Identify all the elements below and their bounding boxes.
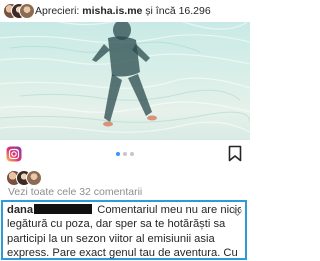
avatar (19, 3, 35, 19)
likes-summary-bar[interactable]: Aprecieri: misha.is.me și încă 16.296 (0, 0, 250, 22)
liker-avatars (6, 169, 46, 186)
view-all-comments-link[interactable]: Vezi toate cele 32 comentarii (8, 186, 142, 198)
liked-by-line[interactable] (0, 168, 250, 186)
comment-username[interactable]: dana (7, 204, 33, 216)
carousel-dot[interactable] (130, 152, 134, 156)
likes-text: Aprecieri: misha.is.me și încă 16.296 (35, 5, 211, 17)
liker-username[interactable]: misha.is.me (82, 5, 142, 17)
liker-avatars (3, 3, 35, 19)
comment-text-line-4: express. Pare exact genul tau de aventur… (7, 247, 238, 260)
carousel-dot[interactable] (116, 152, 120, 156)
likes-prefix: Aprecieri: (35, 5, 83, 17)
avatar (26, 170, 42, 186)
comment-text-line-2: legătură cu poza, dar sper sa te hotărăș… (7, 218, 226, 231)
highlighted-comment: dana Comentariul meu nu are nicio legătu… (1, 200, 247, 260)
heart-icon[interactable] (233, 206, 242, 220)
carousel-dots[interactable] (116, 152, 134, 156)
redaction-bar (34, 204, 93, 214)
instagram-logo-icon[interactable] (6, 146, 22, 167)
comment-text-line-1: Comentariul meu nu are nicio (97, 204, 241, 216)
comment-text-line-3: participi la un sezon viitor al emisiuni… (7, 232, 215, 245)
post-action-bar (0, 140, 250, 168)
bookmark-icon[interactable] (228, 145, 242, 167)
comment-line: dana Comentariul meu nu are nicio (7, 203, 241, 217)
likes-suffix[interactable]: și încă 16.296 (142, 5, 210, 17)
carousel-dot[interactable] (123, 152, 127, 156)
